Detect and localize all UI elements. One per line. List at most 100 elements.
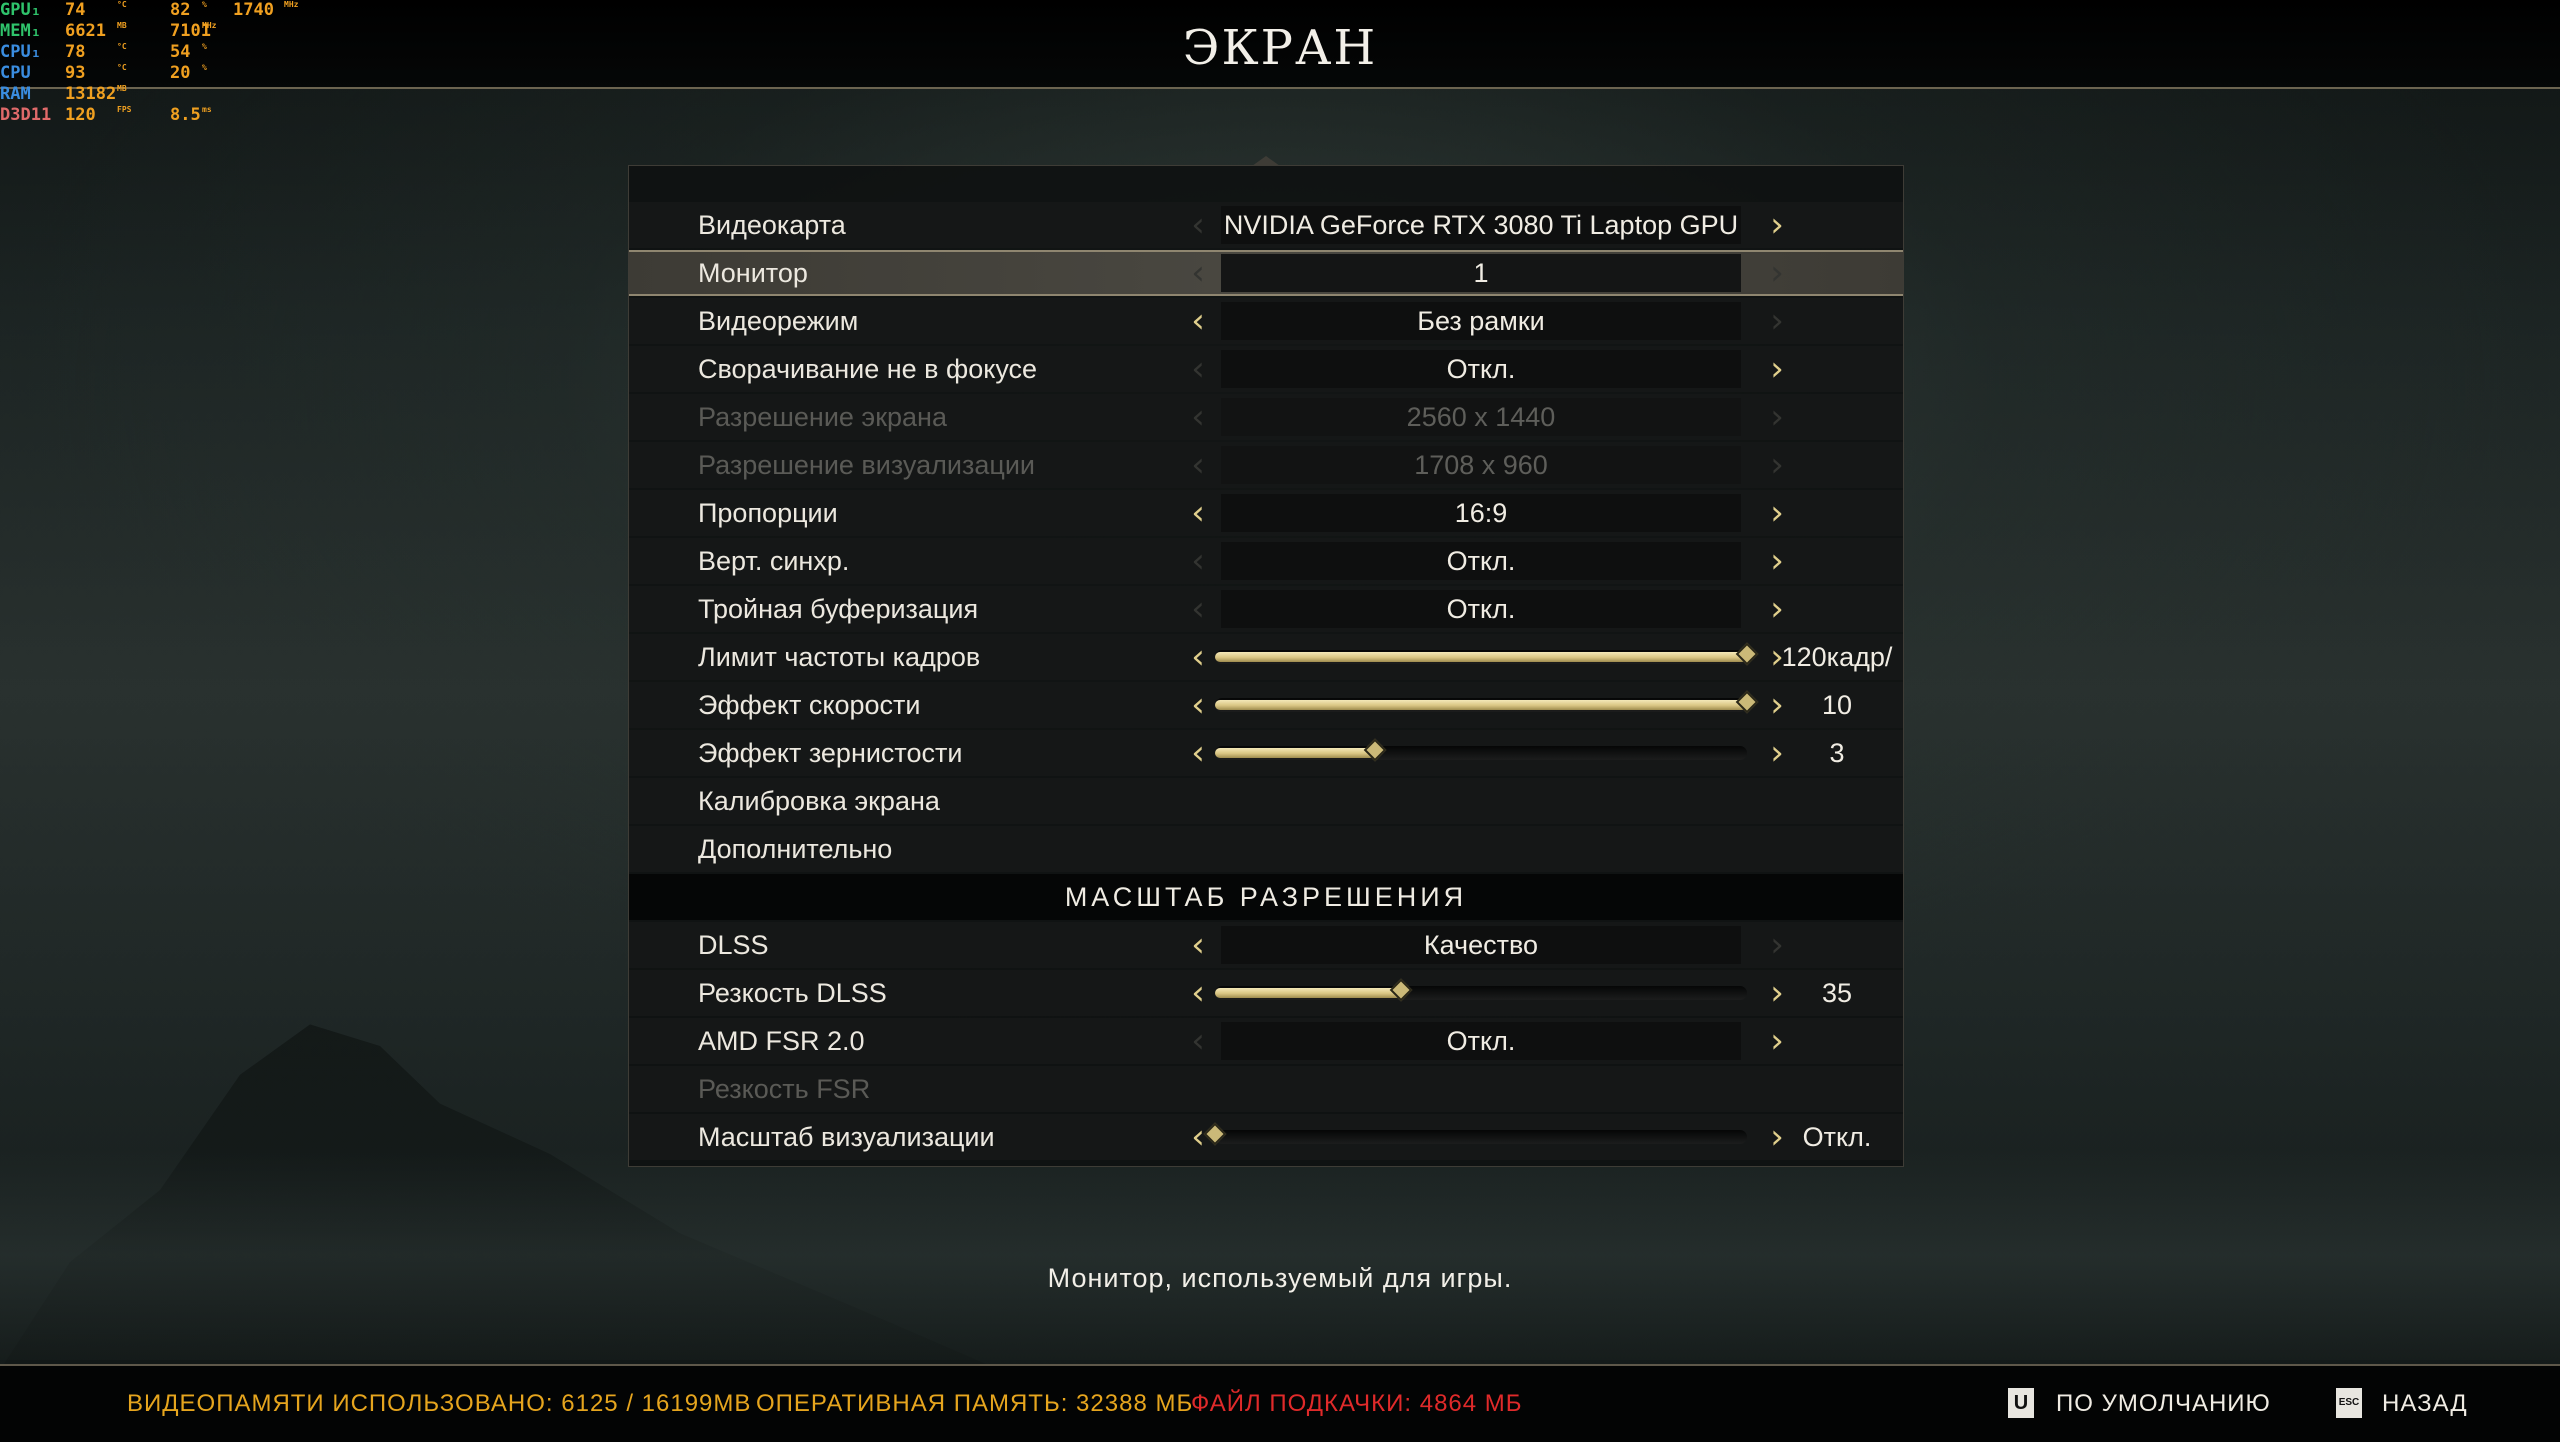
- slider-fill: [1215, 652, 1747, 662]
- chevron-right-icon[interactable]: ›: [1762, 1018, 1792, 1064]
- chevron-right-icon: ›: [1770, 253, 1784, 293]
- setting-value: 1708 x 960: [1221, 446, 1741, 484]
- overlay-row: CPU 93 °C 20%: [0, 63, 320, 84]
- setting-label: Дополнительно: [698, 834, 893, 864]
- overlay-u1: FPS: [117, 105, 132, 114]
- overlay-row: CPU₁ 78 °C 54%: [0, 42, 320, 63]
- setting-value: NVIDIA GeForce RTX 3080 Ti Laptop GPU: [1221, 206, 1741, 244]
- setting-row-видеокарта[interactable]: Видеокарта ‹ NVIDIA GeForce RTX 3080 Ti La…: [629, 202, 1903, 248]
- setting-row-резкость-dlss[interactable]: Резкость DLSS ‹ › 35: [629, 970, 1903, 1016]
- chevron-left-icon[interactable]: ‹: [1183, 970, 1213, 1016]
- setting-label: DLSS: [698, 930, 769, 960]
- overlay-v1: 74: [65, 0, 86, 20]
- pagefile-usage: ФАЙЛ ПОДКАЧКИ: 4864 МБ: [1191, 1390, 1523, 1417]
- overlay-v1: 120: [65, 105, 96, 125]
- setting-row-дополнительно[interactable]: Дополнительно: [629, 826, 1903, 872]
- setting-row-сворачивание-не-в-фокусе[interactable]: Сворачивание не в фокусе ‹ Откл. ›: [629, 346, 1903, 392]
- setting-row-dlss[interactable]: DLSS ‹ Качество ›: [629, 922, 1903, 968]
- setting-row-верт-синхр[interactable]: Верт. синхр. ‹ Откл. ›: [629, 538, 1903, 584]
- chevron-right-icon: ›: [1770, 445, 1784, 485]
- overlay-u2: %: [202, 42, 207, 51]
- chevron-left-icon[interactable]: ‹: [1183, 682, 1213, 728]
- chevron-left-icon[interactable]: ‹: [1183, 634, 1213, 680]
- chevron-left-icon[interactable]: ‹: [1183, 730, 1213, 776]
- overlay-u3: MHz: [284, 0, 299, 9]
- setting-label: Видеокарта: [698, 210, 846, 240]
- default-button[interactable]: ПО УМОЛЧАНИЮ: [2056, 1388, 2271, 1420]
- overlay-v2: 54: [170, 42, 191, 62]
- overlay-u1: MB: [117, 84, 127, 93]
- overlay-name: CPU₁: [0, 42, 41, 62]
- chevron-right-icon[interactable]: ›: [1762, 538, 1792, 584]
- chevron-right-icon[interactable]: ›: [1762, 490, 1792, 536]
- setting-value: Откл.: [1221, 350, 1741, 388]
- slider-track[interactable]: [1203, 1122, 1747, 1146]
- chevron-left-icon[interactable]: ‹: [1183, 490, 1213, 536]
- chevron-left-icon: ‹: [1191, 397, 1205, 437]
- setting-label: Монитор: [698, 258, 808, 288]
- chevron-left-icon: ‹: [1191, 1021, 1205, 1061]
- u-key-icon[interactable]: U: [2008, 1388, 2034, 1418]
- setting-value: Откл.: [1221, 542, 1741, 580]
- overlay-name: RAM: [0, 84, 31, 104]
- setting-row-пропорции[interactable]: Пропорции ‹ 16:9 ›: [629, 490, 1903, 536]
- setting-row-калибровка-экрана[interactable]: Калибровка экрана: [629, 778, 1903, 824]
- overlay-row: RAM 13182 MB: [0, 84, 320, 105]
- setting-label: Тройная буферизация: [698, 594, 979, 624]
- slider-track[interactable]: [1215, 738, 1747, 762]
- slider-value: 3: [1829, 738, 1845, 768]
- overlay-v1: 78: [65, 42, 86, 62]
- setting-value: Качество: [1221, 926, 1741, 964]
- setting-label: Разрешение экрана: [698, 402, 947, 432]
- slider-fill: [1215, 988, 1401, 998]
- chevron-right-icon: ›: [1770, 925, 1784, 965]
- overlay-u1: °C: [117, 63, 127, 72]
- chevron-right-icon[interactable]: ›: [1762, 586, 1792, 632]
- setting-row-масштаб-визуализации[interactable]: Масштаб визуализации ‹ › Откл.: [629, 1114, 1903, 1160]
- setting-row-эффект-зернистости[interactable]: Эффект зернистости ‹ › 3: [629, 730, 1903, 776]
- slider-fill: [1215, 748, 1375, 758]
- overlay-v1: 6621: [65, 21, 106, 41]
- overlay-u2: %: [202, 0, 207, 9]
- section-header-resolution-scaling: МАСШТАБ РАЗРЕШЕНИЯ: [629, 874, 1903, 920]
- slider-value: 10: [1821, 690, 1853, 720]
- overlay-u2: %: [202, 63, 207, 72]
- footer-bar: ВИДЕОПАМЯТИ ИСПОЛЬЗОВАНО: 6125 / 16199MB…: [0, 1364, 2560, 1442]
- setting-row-видеорежим[interactable]: Видеорежим ‹ Без рамки ›: [629, 298, 1903, 344]
- setting-row-amd-fsr-2-0[interactable]: AMD FSR 2.0 ‹ Откл. ›: [629, 1018, 1903, 1064]
- chevron-left-icon: ‹: [1191, 349, 1205, 389]
- ram-usage: ОПЕРАТИВНАЯ ПАМЯТЬ: 32388 МБ: [756, 1390, 1194, 1417]
- back-button[interactable]: НАЗАД: [2382, 1388, 2468, 1420]
- setting-row-тройная-буферизация[interactable]: Тройная буферизация ‹ Откл. ›: [629, 586, 1903, 632]
- setting-label: Верт. синхр.: [698, 546, 850, 576]
- setting-label: Масштаб визуализации: [698, 1122, 995, 1152]
- setting-row-эффект-скорости[interactable]: Эффект скорости ‹ › 10: [629, 682, 1903, 728]
- setting-value: Откл.: [1221, 1022, 1741, 1060]
- setting-value: 16:9: [1221, 494, 1741, 532]
- settings-panel: Видеокарта ‹ NVIDIA GeForce RTX 3080 Ti La…: [628, 165, 1904, 1167]
- chevron-left-icon: ‹: [1191, 589, 1205, 629]
- setting-row-лимит-частоты-кадров[interactable]: Лимит частоты кадров‹›120кадр/с: [629, 634, 1903, 718]
- page-title: ЭКРАН: [1182, 20, 1378, 76]
- setting-description: Монитор, используемый для игры.: [1047, 1263, 1513, 1293]
- setting-label: Эффект скорости: [698, 690, 921, 720]
- slider-track[interactable]: [1215, 642, 1759, 666]
- chevron-left-icon: ‹: [1191, 541, 1205, 581]
- setting-label: Калибровка экрана: [698, 786, 940, 816]
- chevron-right-icon[interactable]: ›: [1762, 346, 1792, 392]
- setting-row-монитор[interactable]: Монитор ‹ 1 ›: [629, 250, 1903, 296]
- overlay-v2: 20: [170, 63, 191, 83]
- chevron-right-icon[interactable]: ›: [1762, 202, 1792, 248]
- chevron-left-icon: ‹: [1191, 445, 1205, 485]
- chevron-left-icon[interactable]: ‹: [1183, 922, 1213, 968]
- setting-label: Пропорции: [698, 498, 838, 528]
- slider-track[interactable]: [1215, 690, 1759, 714]
- chevron-left-icon[interactable]: ‹: [1183, 298, 1213, 344]
- setting-label: Разрешение визуализации: [698, 450, 1035, 480]
- setting-value: 2560 x 1440: [1221, 398, 1741, 436]
- setting-label: Резкость FSR: [698, 1074, 871, 1104]
- esc-key-icon[interactable]: ESC: [2336, 1388, 2362, 1418]
- overlay-v2: 82: [170, 0, 191, 20]
- slider-track[interactable]: [1215, 978, 1747, 1002]
- overlay-row: GPU₁ 74 °C 82% 1740 MHz: [0, 0, 320, 21]
